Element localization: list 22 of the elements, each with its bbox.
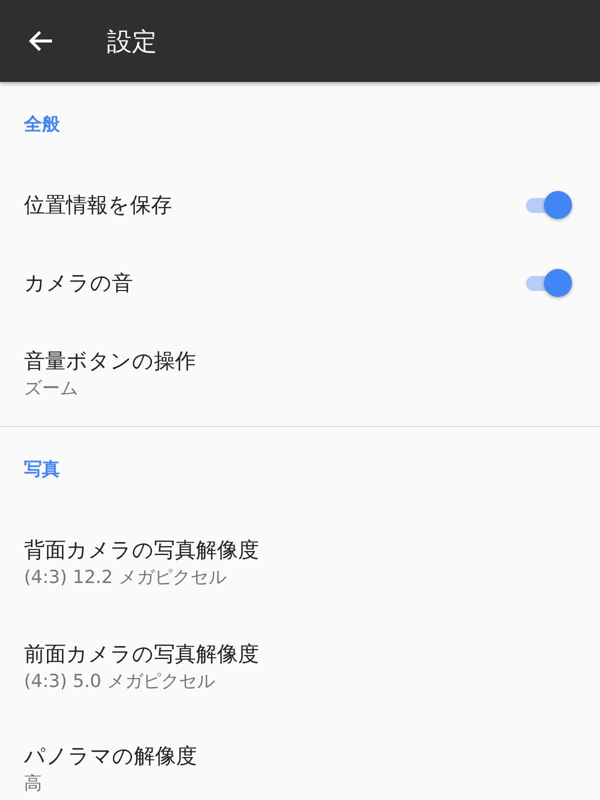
setting-label: 音量ボタンの操作 <box>24 348 197 375</box>
setting-summary: (4:3) 5.0 メガピクセル <box>24 670 216 694</box>
setting-label: カメラの音 <box>24 270 133 297</box>
setting-row[interactable]: パノラマの解像度 高 <box>0 719 600 797</box>
toggle-switch[interactable] <box>526 191 572 219</box>
setting-row[interactable]: カメラの音 <box>0 244 600 322</box>
section-title: 全般 <box>24 113 60 136</box>
setting-row[interactable]: 位置情報を保存 <box>0 166 600 244</box>
setting-row[interactable]: 前面カメラの写真解像度 (4:3) 5.0 メガピクセル <box>0 615 600 719</box>
setting-label: 前面カメラの写真解像度 <box>24 641 260 668</box>
toggle-switch[interactable] <box>526 269 572 297</box>
setting-summary: 高 <box>24 772 43 796</box>
setting-summary: (4:3) 12.2 メガピクセル <box>24 566 228 590</box>
setting-row[interactable]: 音量ボタンの操作 ズーム <box>0 322 600 426</box>
setting-label: パノラマの解像度 <box>24 743 198 770</box>
setting-summary: ズーム <box>24 377 79 401</box>
setting-label: 背面カメラの写真解像度 <box>24 537 260 564</box>
back-arrow-icon[interactable] <box>28 30 54 52</box>
setting-label: 位置情報を保存 <box>24 192 172 219</box>
setting-row[interactable]: 背面カメラの写真解像度 (4:3) 12.2 メガピクセル <box>0 511 600 615</box>
section-title: 写真 <box>24 458 60 481</box>
screen-title: 設定 <box>107 26 157 58</box>
